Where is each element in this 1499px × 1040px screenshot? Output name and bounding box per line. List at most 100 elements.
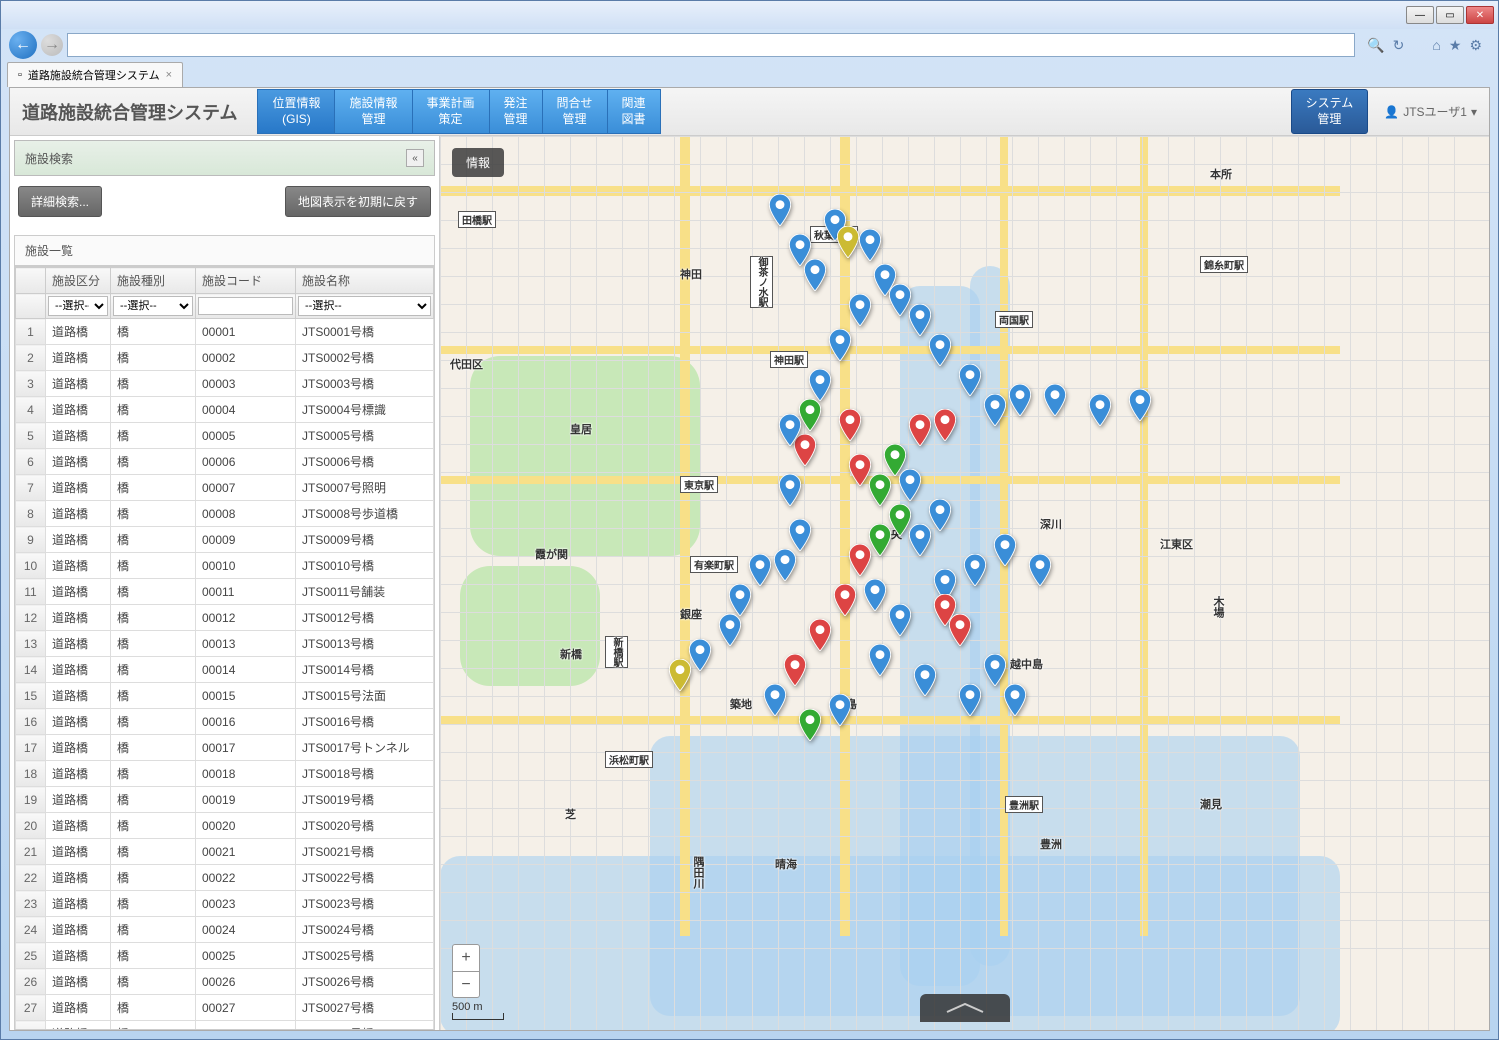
user-menu[interactable]: 👤 JTSユーザ1 ▾ bbox=[1384, 103, 1477, 120]
table-row[interactable]: 1道路橋橋00001JTS0001号橋 bbox=[16, 319, 434, 345]
map-pin[interactable] bbox=[869, 644, 891, 676]
column-header[interactable]: 施設名称 bbox=[296, 268, 434, 294]
map-pin[interactable] bbox=[1044, 384, 1066, 416]
nav-tab[interactable]: 位置情報 (GIS) bbox=[257, 89, 335, 134]
map-pin[interactable] bbox=[769, 194, 791, 226]
map-pin[interactable] bbox=[834, 584, 856, 616]
map-pin[interactable] bbox=[1029, 554, 1051, 586]
map-pin[interactable] bbox=[1009, 384, 1031, 416]
close-button[interactable]: ✕ bbox=[1466, 6, 1494, 24]
map-pin[interactable] bbox=[909, 524, 931, 556]
map-pin[interactable] bbox=[889, 604, 911, 636]
facility-table-wrap[interactable]: 施設区分施設種別施設コード施設名称 --選択----選択----選択-- 1道路… bbox=[14, 266, 435, 1030]
column-header[interactable] bbox=[16, 268, 46, 294]
map-pin[interactable] bbox=[909, 304, 931, 336]
map-pin[interactable] bbox=[1129, 389, 1151, 421]
map-pin[interactable] bbox=[899, 469, 921, 501]
map-pin[interactable] bbox=[864, 579, 886, 611]
zoom-in-button[interactable]: + bbox=[453, 945, 479, 971]
map-pin[interactable] bbox=[789, 519, 811, 551]
table-row[interactable]: 19道路橋橋00019JTS0019号橋 bbox=[16, 787, 434, 813]
map-pin[interactable] bbox=[849, 454, 871, 486]
nav-tab[interactable]: 関連 図書 bbox=[608, 89, 661, 134]
map-pin[interactable] bbox=[869, 474, 891, 506]
map-pin[interactable] bbox=[1004, 684, 1026, 716]
home-icon[interactable]: ⌂ bbox=[1432, 37, 1440, 54]
table-row[interactable]: 18道路橋橋00018JTS0018号橋 bbox=[16, 761, 434, 787]
map-pin[interactable] bbox=[934, 409, 956, 441]
nav-tab[interactable]: 事業計画 策定 bbox=[413, 89, 490, 134]
map-pin[interactable] bbox=[764, 684, 786, 716]
browser-tab[interactable]: ▫ 道路施設統合管理システム × bbox=[7, 62, 183, 87]
map-pin[interactable] bbox=[914, 664, 936, 696]
map-pin[interactable] bbox=[719, 614, 741, 646]
table-row[interactable]: 8道路橋橋00008JTS0008号歩道橋 bbox=[16, 501, 434, 527]
map-pin[interactable] bbox=[849, 294, 871, 326]
nav-tab[interactable]: 問合せ 管理 bbox=[543, 89, 608, 134]
map-pin[interactable] bbox=[749, 554, 771, 586]
system-admin-button[interactable]: システム 管理 bbox=[1291, 89, 1369, 134]
map-pin[interactable] bbox=[779, 474, 801, 506]
map-pin[interactable] bbox=[774, 549, 796, 581]
table-row[interactable]: 15道路橋橋00015JTS0015号法面 bbox=[16, 683, 434, 709]
table-row[interactable]: 4道路橋橋00004JTS0004号標識 bbox=[16, 397, 434, 423]
table-row[interactable]: 16道路橋橋00016JTS0016号橋 bbox=[16, 709, 434, 735]
map-pin[interactable] bbox=[984, 654, 1006, 686]
back-button[interactable]: ← bbox=[9, 31, 37, 59]
favorites-icon[interactable]: ★ bbox=[1449, 37, 1462, 54]
address-input[interactable] bbox=[67, 33, 1355, 57]
map-pin[interactable] bbox=[1089, 394, 1111, 426]
minimize-button[interactable]: — bbox=[1406, 6, 1434, 24]
table-row[interactable]: 25道路橋橋00025JTS0025号橋 bbox=[16, 943, 434, 969]
map-canvas[interactable]: 本所田橋駅秋葉原駅神田御茶ノ水駅錦糸町駅代田区両国駅神田駅皇居東京駅中央深川江東… bbox=[440, 136, 1489, 1030]
table-row[interactable]: 5道路橋橋00005JTS0005号橋 bbox=[16, 423, 434, 449]
table-row[interactable]: 2道路橋橋00002JTS0002号橋 bbox=[16, 345, 434, 371]
filter-select[interactable]: --選択-- bbox=[298, 296, 431, 316]
map-pin[interactable] bbox=[809, 619, 831, 651]
map-pin[interactable] bbox=[959, 684, 981, 716]
table-row[interactable]: 13道路橋橋00013JTS0013号橋 bbox=[16, 631, 434, 657]
map-pin[interactable] bbox=[889, 504, 911, 536]
table-row[interactable]: 10道路橋橋00010JTS0010号橋 bbox=[16, 553, 434, 579]
map-pin[interactable] bbox=[809, 369, 831, 401]
map-pin[interactable] bbox=[837, 226, 859, 258]
table-row[interactable]: 28道路橋橋00028JTS0028号橋 bbox=[16, 1021, 434, 1031]
column-header[interactable]: 施設区分 bbox=[46, 268, 111, 294]
nav-tab[interactable]: 施設情報 管理 bbox=[335, 89, 412, 134]
detail-search-button[interactable]: 詳細検索... bbox=[18, 186, 102, 217]
table-row[interactable]: 20道路橋橋00020JTS0020号橋 bbox=[16, 813, 434, 839]
tab-close-icon[interactable]: × bbox=[166, 69, 172, 81]
filter-input-code[interactable] bbox=[198, 297, 293, 315]
map-pin[interactable] bbox=[799, 709, 821, 741]
map-pin[interactable] bbox=[669, 659, 691, 691]
nav-tab[interactable]: 発注 管理 bbox=[490, 89, 543, 134]
map-pin[interactable] bbox=[929, 499, 951, 531]
map-pin[interactable] bbox=[869, 524, 891, 556]
zoom-out-button[interactable]: − bbox=[453, 971, 479, 997]
map-pin[interactable] bbox=[959, 364, 981, 396]
map-pin[interactable] bbox=[729, 584, 751, 616]
map-pin[interactable] bbox=[779, 414, 801, 446]
table-row[interactable]: 22道路橋橋00022JTS0022号橋 bbox=[16, 865, 434, 891]
table-row[interactable]: 3道路橋橋00003JTS0003号橋 bbox=[16, 371, 434, 397]
filter-select[interactable]: --選択-- bbox=[48, 296, 108, 316]
table-row[interactable]: 6道路橋橋00006JTS0006号橋 bbox=[16, 449, 434, 475]
map-pin[interactable] bbox=[689, 639, 711, 671]
column-header[interactable]: 施設コード bbox=[196, 268, 296, 294]
map-pin[interactable] bbox=[839, 409, 861, 441]
search-icon[interactable]: 🔍 bbox=[1367, 37, 1384, 54]
table-row[interactable]: 24道路橋橋00024JTS0024号橋 bbox=[16, 917, 434, 943]
map-pin[interactable] bbox=[889, 284, 911, 316]
map-pin[interactable] bbox=[829, 329, 851, 361]
map-area[interactable]: 本所田橋駅秋葉原駅神田御茶ノ水駅錦糸町駅代田区両国駅神田駅皇居東京駅中央深川江東… bbox=[440, 136, 1489, 1030]
map-pin[interactable] bbox=[964, 554, 986, 586]
collapse-sidebar-button[interactable]: « bbox=[406, 149, 424, 167]
forward-button[interactable]: → bbox=[41, 34, 63, 56]
table-row[interactable]: 26道路橋橋00026JTS0026号橋 bbox=[16, 969, 434, 995]
map-pin[interactable] bbox=[984, 394, 1006, 426]
table-row[interactable]: 11道路橋橋00011JTS0011号舗装 bbox=[16, 579, 434, 605]
column-header[interactable]: 施設種別 bbox=[111, 268, 196, 294]
table-row[interactable]: 17道路橋橋00017JTS0017号トンネル bbox=[16, 735, 434, 761]
settings-icon[interactable]: ⚙ bbox=[1469, 37, 1482, 54]
map-info-button[interactable]: 情報 bbox=[452, 148, 504, 177]
